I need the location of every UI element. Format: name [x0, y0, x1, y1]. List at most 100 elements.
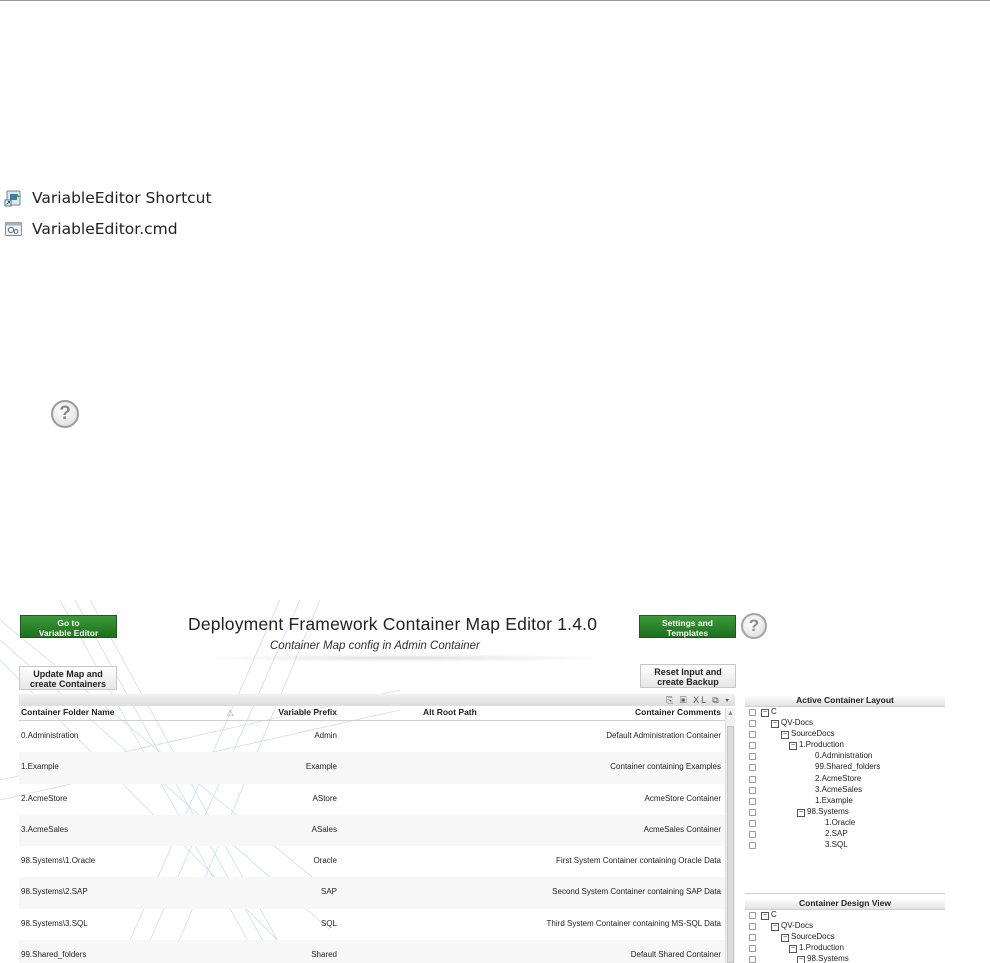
checkbox-icon[interactable] [749, 934, 756, 942]
checkbox-icon[interactable] [749, 956, 756, 963]
table-tools-icons[interactable]: ⎘ ▣ XL ⧉ ▾ [666, 695, 731, 706]
tree-node[interactable]: −1.Production [745, 943, 945, 954]
cmd-file-icon [4, 220, 24, 238]
cell-comment[interactable]: AcmeSales Container [644, 825, 721, 834]
file-item-shortcut[interactable]: VariableEditor Shortcut [4, 187, 212, 209]
collapse-icon[interactable]: − [781, 731, 789, 740]
tree-node[interactable]: − C [745, 707, 945, 718]
column-header-comments[interactable]: Container Comments [635, 707, 721, 717]
checkbox-icon[interactable] [749, 945, 756, 953]
reset-input-button[interactable]: Reset Input and create Backup [640, 664, 736, 688]
cell-comment[interactable]: Default Shared Container [631, 950, 721, 959]
tree-node-label: 2.AcmeStore [815, 773, 862, 783]
subtitle-shadow [200, 654, 610, 662]
table-scrollbar[interactable]: ▲ [725, 708, 735, 963]
checkbox-icon[interactable] [749, 720, 756, 728]
scroll-thumb[interactable] [727, 726, 734, 963]
cell-prefix[interactable]: AStore [313, 794, 337, 803]
checkbox-icon[interactable] [749, 842, 756, 850]
cell-folder[interactable]: 98.Systems\1.Oracle [21, 856, 95, 865]
checkbox-icon[interactable] [749, 923, 756, 931]
tree-node[interactable]: 3.AcmeSales [745, 785, 945, 796]
cell-comment[interactable]: First System Container containing Oracle… [556, 856, 721, 865]
cell-folder[interactable]: 1.Example [21, 762, 59, 771]
tree-node[interactable]: 0.Administration [745, 751, 945, 762]
table-row[interactable]: 98.Systems\1.Oracle Oracle First System Co… [19, 846, 725, 877]
cell-comment[interactable]: Second System Container containing SAP D… [552, 887, 721, 896]
tree-node[interactable]: 99.Shared_folders [745, 762, 945, 773]
checkbox-icon[interactable] [749, 731, 756, 739]
cell-folder[interactable]: 98.Systems\3.SQL [21, 919, 88, 928]
tree-node-label: 1.Production [799, 943, 844, 953]
settings-templates-label: Settings and Templates [661, 618, 713, 638]
cell-prefix[interactable]: Admin [314, 731, 337, 740]
checkbox-icon[interactable] [749, 753, 756, 761]
collapse-icon[interactable]: − [781, 934, 789, 943]
cell-folder[interactable]: 0.Administration [21, 731, 78, 740]
cell-prefix[interactable]: Shared [311, 950, 337, 959]
goto-variable-editor-button[interactable]: Go to Variable Editor [20, 615, 117, 638]
tree-node[interactable]: −98.Systems [745, 954, 945, 963]
collapse-icon[interactable]: − [761, 709, 769, 717]
cell-prefix[interactable]: SQL [321, 919, 337, 928]
help-icon[interactable]: ? [51, 400, 79, 428]
checkbox-icon[interactable] [749, 797, 756, 805]
checkbox-icon[interactable] [749, 764, 756, 772]
tree-node[interactable]: − C [745, 910, 945, 921]
cell-prefix[interactable]: Oracle [313, 856, 337, 865]
collapse-icon[interactable]: − [789, 742, 797, 751]
table-row[interactable]: 1.Example Example Container containing Exa… [19, 752, 725, 784]
collapse-icon[interactable]: − [797, 808, 805, 817]
checkbox-icon[interactable] [749, 912, 756, 919]
checkbox-icon[interactable] [749, 709, 756, 716]
tree-node[interactable]: 2.SAP [745, 829, 945, 840]
cell-folder[interactable]: 98.Systems\2.SAP [21, 887, 88, 896]
table-row[interactable]: 98.Systems\2.SAP SAP Second System Contain… [19, 877, 725, 909]
update-map-button[interactable]: Update Map and create Containers [19, 666, 117, 690]
tree-node[interactable]: −98.Systems [745, 807, 945, 818]
tree-node[interactable]: −1.Production [745, 740, 945, 751]
cell-prefix[interactable]: SAP [321, 887, 337, 896]
tree-node[interactable]: − QV-Docs [745, 921, 945, 932]
scroll-up-icon[interactable]: ▲ [727, 710, 734, 717]
table-row[interactable]: 98.Systems\3.SQL SQL Third System Containe… [19, 909, 725, 940]
collapse-icon[interactable]: − [761, 912, 769, 920]
cell-comment[interactable]: Container containing Examples [610, 762, 721, 771]
file-item-cmd[interactable]: VariableEditor.cmd [4, 218, 178, 240]
checkbox-icon[interactable] [749, 775, 756, 783]
tree-node[interactable]: − SourceDocs [745, 932, 945, 943]
cell-prefix[interactable]: ASales [312, 825, 337, 834]
cell-comment[interactable]: Third System Container containing MS-SQL… [547, 919, 721, 928]
table-row[interactable]: 99.Shared_folders Shared Default Shared Co… [19, 940, 725, 963]
settings-templates-button[interactable]: Settings and Templates [639, 615, 736, 638]
column-header-prefix[interactable]: Variable Prefix [278, 707, 337, 717]
checkbox-icon[interactable] [749, 742, 756, 750]
table-row[interactable]: 3.AcmeSales ASales AcmeSales Container [19, 814, 725, 847]
collapse-icon[interactable]: − [789, 945, 797, 954]
tree-node[interactable]: 3.SQL [745, 840, 945, 851]
table-row[interactable]: 2.AcmeStore AStore AcmeStore Container [19, 784, 725, 815]
checkbox-icon[interactable] [749, 808, 756, 816]
tree-node[interactable]: 2.AcmeStore [745, 774, 945, 785]
table-row[interactable]: 0.Administration Admin Default Administrat… [19, 721, 725, 752]
checkbox-icon[interactable] [749, 819, 756, 827]
checkbox-icon[interactable] [749, 831, 756, 839]
cell-folder[interactable]: 2.AcmeStore [21, 794, 67, 803]
table-caption-bar: ⎘ ▣ XL ⧉ ▾ [19, 694, 735, 706]
collapse-icon[interactable]: − [771, 923, 779, 932]
cell-prefix[interactable]: Example [306, 762, 337, 771]
tree-node[interactable]: − QV-Docs [745, 718, 945, 729]
tree-node[interactable]: 1.Oracle [745, 818, 945, 829]
cell-comment[interactable]: Default Administration Container [606, 731, 721, 740]
help-icon-small[interactable]: ? [741, 613, 767, 639]
tree-node[interactable]: 1.Example [745, 796, 945, 807]
collapse-icon[interactable]: − [771, 720, 779, 729]
column-header-folder[interactable]: Container Folder Name [21, 707, 115, 717]
cell-folder[interactable]: 99.Shared_folders [21, 950, 86, 959]
cell-comment[interactable]: AcmeStore Container [645, 794, 721, 803]
checkbox-icon[interactable] [749, 786, 756, 794]
column-header-alt-root[interactable]: Alt Root Path [423, 707, 477, 717]
collapse-icon[interactable]: − [797, 956, 805, 963]
tree-node[interactable]: − SourceDocs [745, 729, 945, 740]
cell-folder[interactable]: 3.AcmeSales [21, 825, 68, 834]
